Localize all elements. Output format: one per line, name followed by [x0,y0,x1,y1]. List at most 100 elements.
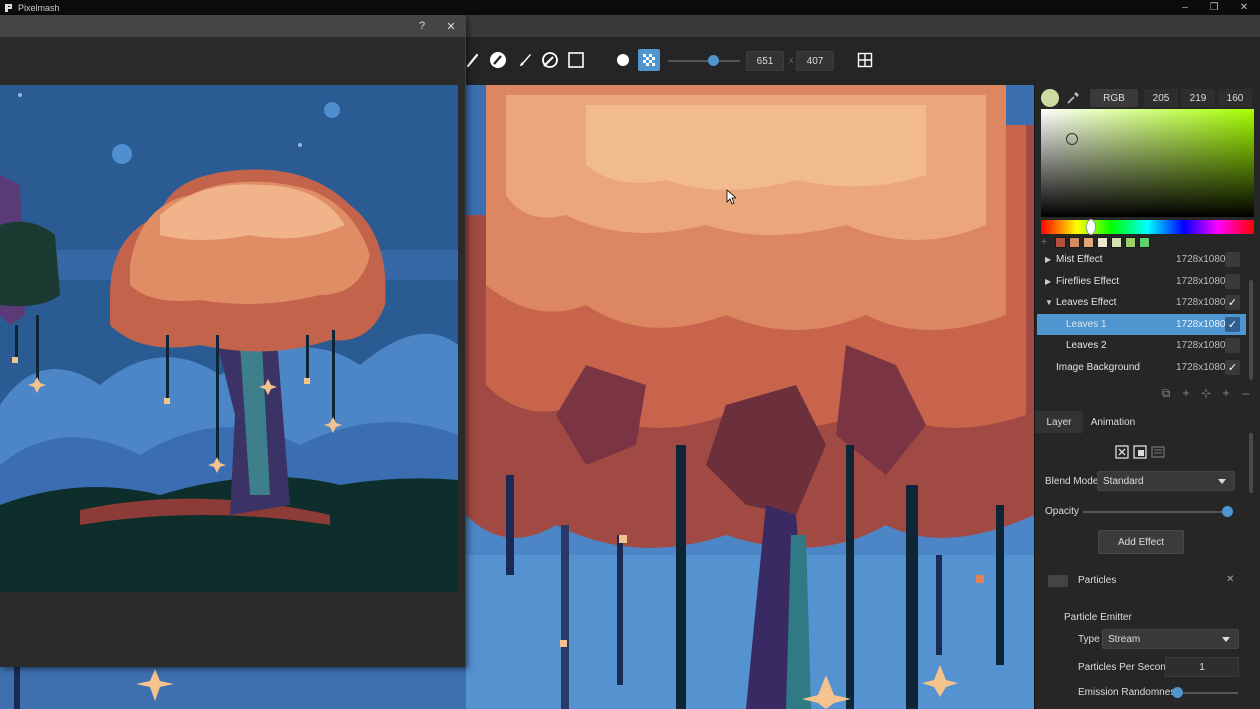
minimize-button[interactable]: – [1170,0,1200,15]
dimension-separator: x [789,55,794,65]
grid-toggle-icon[interactable] [854,49,876,71]
layer-list-scrollbar[interactable] [1249,280,1253,380]
red-value-field[interactable]: 205 [1144,89,1178,107]
color-swatch[interactable] [1069,237,1080,248]
emission-randomness-slider[interactable] [1172,687,1238,698]
chevron-right-icon[interactable]: ▶ [1045,255,1051,264]
layer-size: 1728x1080 [1176,254,1226,265]
preview-image [0,85,458,592]
duplicate-layer-icon[interactable]: ⧉ [1156,385,1176,401]
opacity-slider[interactable] [1083,506,1233,517]
particle-type-value: Stream [1108,633,1141,645]
group-layer-icon[interactable]: ⊹ [1196,385,1216,401]
eyedropper-icon[interactable] [1065,90,1081,106]
remove-particles-button[interactable]: ✕ [1226,574,1234,585]
maximize-button[interactable]: ❐ [1199,0,1229,15]
emission-randomness-slider-knob[interactable] [1172,687,1183,698]
opacity-slider-knob[interactable] [1222,506,1233,517]
round-brush-icon[interactable] [612,49,634,71]
color-mode-button[interactable]: RGB [1090,89,1138,107]
layer-visibility-checkbox[interactable]: ✓ [1225,359,1240,375]
add-layer-icon[interactable]: + [1176,385,1196,401]
blend-mode-select[interactable]: Standard [1097,471,1235,491]
color-swatch[interactable] [1139,237,1150,248]
add-effect-button[interactable]: Add Effect [1098,530,1184,554]
hue-slider-knob[interactable] [1086,219,1096,235]
canvas-width-field[interactable]: 651 [746,51,784,71]
layer-visibility-checkbox[interactable]: ✓ [1225,295,1240,310]
text-layer-icon[interactable] [1151,445,1165,459]
layer-visibility-checkbox[interactable] [1225,273,1240,289]
menu-bar [466,15,1260,37]
layer-size: 1728x1080 [1176,361,1226,373]
layer-visibility-checkbox[interactable] [1225,252,1240,267]
type-label: Type [1078,634,1100,645]
canvas-artwork [466,85,1034,709]
blue-value-field[interactable]: 160 [1218,89,1252,107]
layer-action-buttons: ⧉ + ⊹ + – [1156,385,1256,401]
add-effect-icon[interactable]: + [1216,385,1236,401]
pen-tool-icon[interactable] [539,49,561,71]
layer-name: Mist Effect [1056,254,1103,265]
brush-size-slider-knob[interactable] [707,55,719,66]
toolbar: x [466,37,1260,85]
layer-mask-icon[interactable] [1133,445,1147,459]
color-swatch[interactable] [1125,237,1136,248]
hue-slider[interactable] [1041,219,1254,235]
layer-visibility-checkbox[interactable]: ✓ [1225,316,1240,332]
chevron-down-icon[interactable]: ▼ [1045,298,1053,307]
dither-brush-icon[interactable] [638,49,660,71]
brush-tool-icon[interactable] [514,49,536,71]
title-bar: Pixelmash – ❐ ✕ [0,0,1260,15]
canvas-height-field[interactable]: 407 [796,51,834,71]
eraser-tool-icon[interactable] [487,49,509,71]
properties-tabs: Layer Animation [1035,411,1260,433]
blend-mode-value: Standard [1103,475,1144,487]
layer-row[interactable]: ▼ Leaves Effect 1728x1080 ✓ [1037,292,1246,313]
color-swatch[interactable] [1083,237,1094,248]
saturation-value-cursor[interactable] [1066,133,1078,145]
app-window: Pixelmash – ❐ ✕ x 651 407 ? ✕ RGB 205 21… [0,0,1260,709]
emission-randomness-label: Emission Randomness [1078,687,1181,698]
green-value-field[interactable]: 219 [1181,89,1215,107]
layer-row[interactable]: ▶ Mist Effect 1728x1080 [1037,249,1246,270]
preview-header: ? ✕ [0,15,466,37]
preview-window: ? ✕ [0,15,466,667]
layer-effect-icons [1115,445,1165,459]
add-fx-icon[interactable] [1115,445,1129,459]
brush-size-slider[interactable] [668,55,740,66]
tab-animation[interactable]: Animation [1085,411,1141,433]
current-color-swatch[interactable] [1041,89,1059,107]
layer-size: 1728x1080 [1176,275,1226,287]
layer-name: Fireflies Effect [1056,275,1120,287]
delete-layer-icon[interactable]: – [1236,385,1256,401]
close-window-button[interactable]: ✕ [1229,0,1259,15]
saturation-value-picker[interactable] [1041,109,1254,217]
color-swatch[interactable] [1111,237,1122,248]
preview-close-button[interactable]: ✕ [442,17,460,35]
canvas-lower-area [0,667,466,709]
chevron-right-icon[interactable]: ▶ [1045,277,1051,286]
main-canvas[interactable] [466,85,1034,709]
right-panel: RGB 205 219 160 + ▶ Mist Effect 1728x1080 ▶… [1034,85,1260,709]
color-swatches: + [1041,237,1150,249]
layer-row[interactable]: Leaves 2 1728x1080 [1037,335,1246,356]
add-swatch-icon[interactable]: + [1041,237,1052,249]
particle-type-select[interactable]: Stream [1102,629,1239,649]
layer-row[interactable]: Leaves 1 1728x1080 ✓ [1037,313,1246,335]
layer-name: Leaves Effect [1056,297,1117,308]
particles-per-second-field[interactable]: 1 [1165,657,1239,677]
tab-layer[interactable]: Layer [1035,411,1083,433]
layer-row[interactable]: Image Background 1728x1080 ✓ [1037,357,1246,378]
layer-row[interactable]: ▶ Fireflies Effect 1728x1080 [1037,271,1246,292]
mouse-cursor-icon [726,189,736,205]
app-title: Pixelmash [18,2,60,13]
properties-scrollbar[interactable] [1249,433,1253,493]
selection-tool-icon[interactable] [565,49,587,71]
preview-help-button[interactable]: ? [413,17,431,35]
layer-visibility-checkbox[interactable] [1225,338,1240,353]
particles-toggle[interactable] [1048,575,1068,587]
color-swatch[interactable] [1097,237,1108,248]
color-swatch[interactable] [1055,237,1066,248]
chevron-down-icon [1222,637,1230,642]
